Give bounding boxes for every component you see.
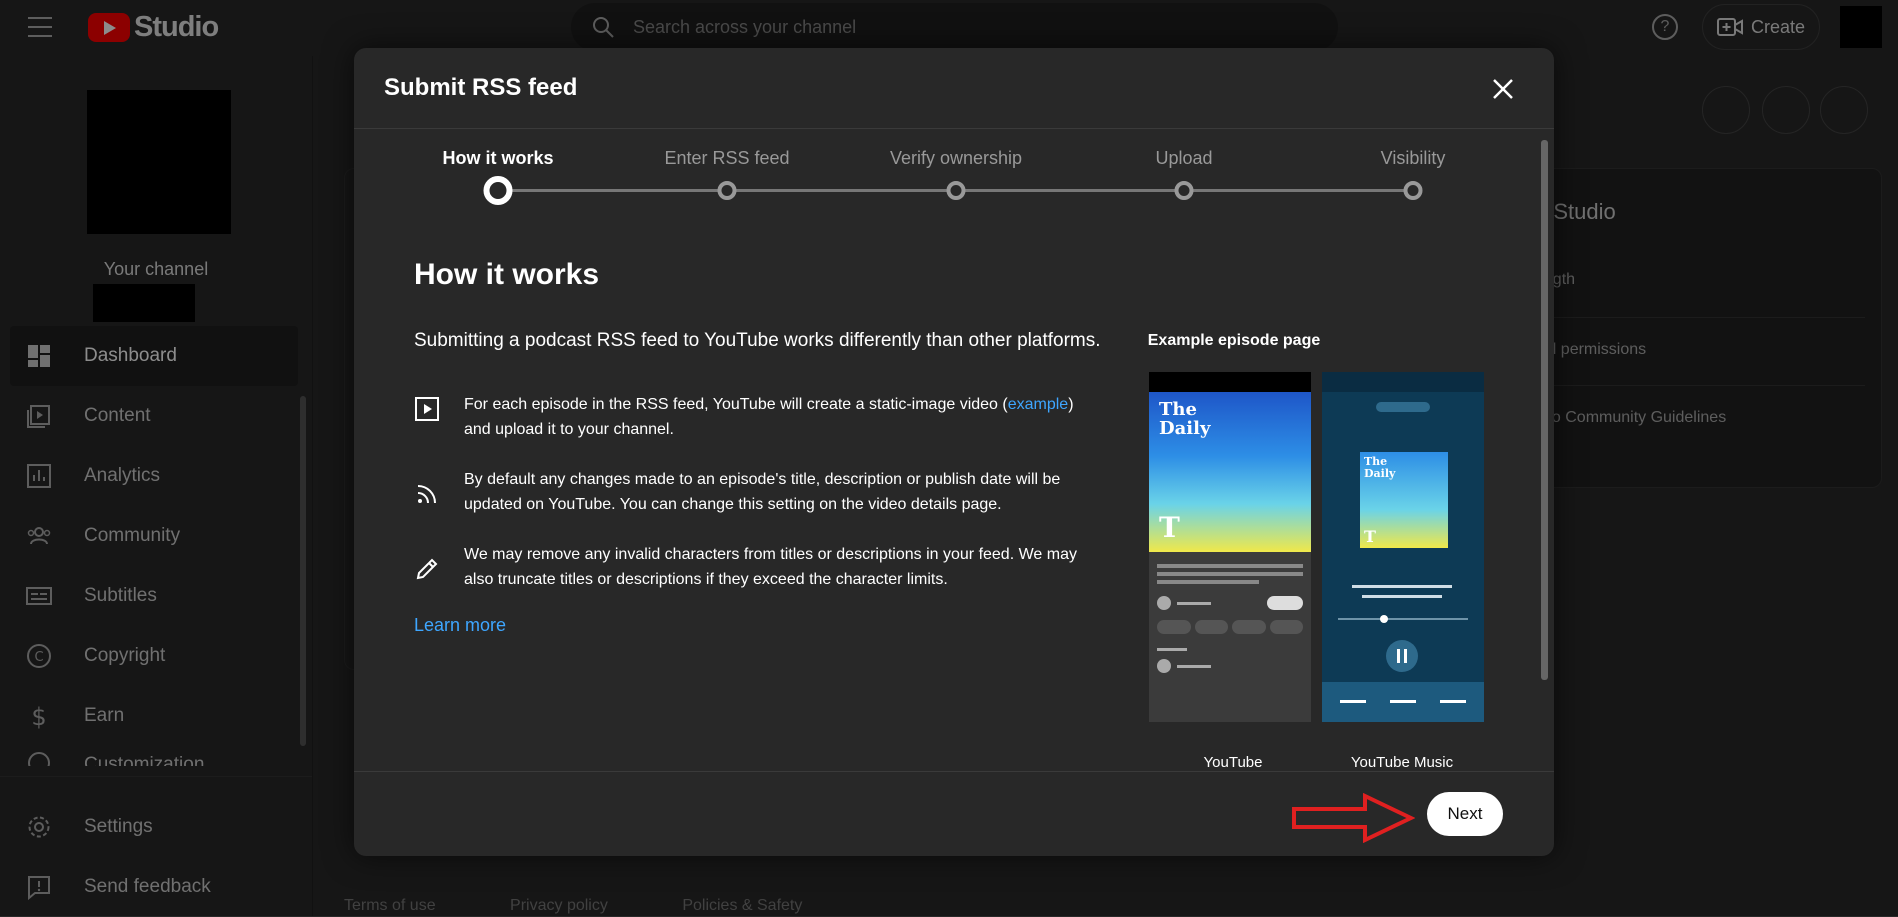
red-arrow-annotation bbox=[1292, 793, 1415, 843]
dialog-scrollbar[interactable] bbox=[1541, 140, 1548, 680]
rss-icon bbox=[417, 485, 436, 504]
dialog-footer-divider bbox=[354, 771, 1554, 772]
step-visibility[interactable]: Visibility bbox=[1381, 148, 1446, 169]
stepper: How it works Enter RSS feed Verify owner… bbox=[354, 138, 1554, 218]
section-heading: How it works bbox=[414, 258, 600, 291]
youtube-label: YouTube bbox=[1203, 754, 1263, 771]
submit-rss-dialog: Submit RSS feed How it works Enter RSS f… bbox=[354, 48, 1554, 856]
bullet-text: By default any changes made to an episod… bbox=[464, 471, 1061, 513]
intro-text: Submitting a podcast RSS feed to YouTube… bbox=[414, 330, 1101, 351]
next-button[interactable]: Next bbox=[1427, 792, 1503, 836]
step-how-it-works[interactable]: How it works bbox=[442, 148, 553, 169]
play-video-icon bbox=[415, 397, 439, 421]
close-icon[interactable] bbox=[1488, 74, 1518, 104]
youtube-music-label: YouTube Music bbox=[1350, 754, 1454, 771]
step-dot-active[interactable] bbox=[483, 176, 513, 205]
bullet-text: For each episode in the RSS feed, YouTub… bbox=[464, 396, 1074, 438]
youtube-music-phone-preview: The Daily T bbox=[1322, 372, 1484, 722]
step-dot[interactable] bbox=[1174, 181, 1194, 200]
step-verify-ownership[interactable]: Verify ownership bbox=[890, 148, 1022, 169]
learn-more-link[interactable]: Learn more bbox=[414, 615, 506, 636]
podcast-cover-text: The Daily bbox=[1364, 455, 1396, 480]
step-upload[interactable]: Upload bbox=[1155, 148, 1212, 169]
nyt-logo-icon: T bbox=[1364, 527, 1376, 546]
example-link[interactable]: example bbox=[1008, 396, 1068, 413]
dialog-header-divider bbox=[354, 128, 1554, 129]
step-enter-rss-feed[interactable]: Enter RSS feed bbox=[664, 148, 789, 169]
nyt-logo-icon: T bbox=[1159, 511, 1180, 544]
podcast-cover-text: The Daily bbox=[1159, 399, 1211, 439]
step-dot[interactable] bbox=[946, 181, 966, 200]
example-title: Example episode page bbox=[1147, 332, 1321, 349]
step-dot[interactable] bbox=[717, 181, 737, 200]
pencil-icon bbox=[416, 558, 438, 580]
bullet-text: We may remove any invalid characters fro… bbox=[464, 546, 1077, 588]
step-dot[interactable] bbox=[1403, 181, 1423, 200]
dialog-title: Submit RSS feed bbox=[384, 74, 578, 101]
youtube-phone-preview: The Daily T bbox=[1149, 372, 1311, 722]
